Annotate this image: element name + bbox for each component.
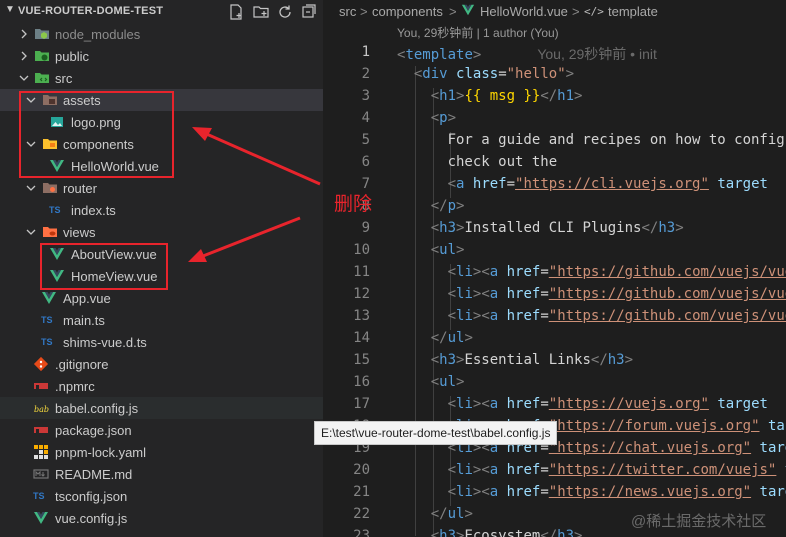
delete-annotation-label: 删除 xyxy=(334,194,373,215)
arrow-icon xyxy=(192,127,321,186)
annotation-overlay xyxy=(188,127,321,262)
watermark: @稀土掘金技术社区 xyxy=(631,513,767,530)
arrow-icon xyxy=(188,216,301,262)
